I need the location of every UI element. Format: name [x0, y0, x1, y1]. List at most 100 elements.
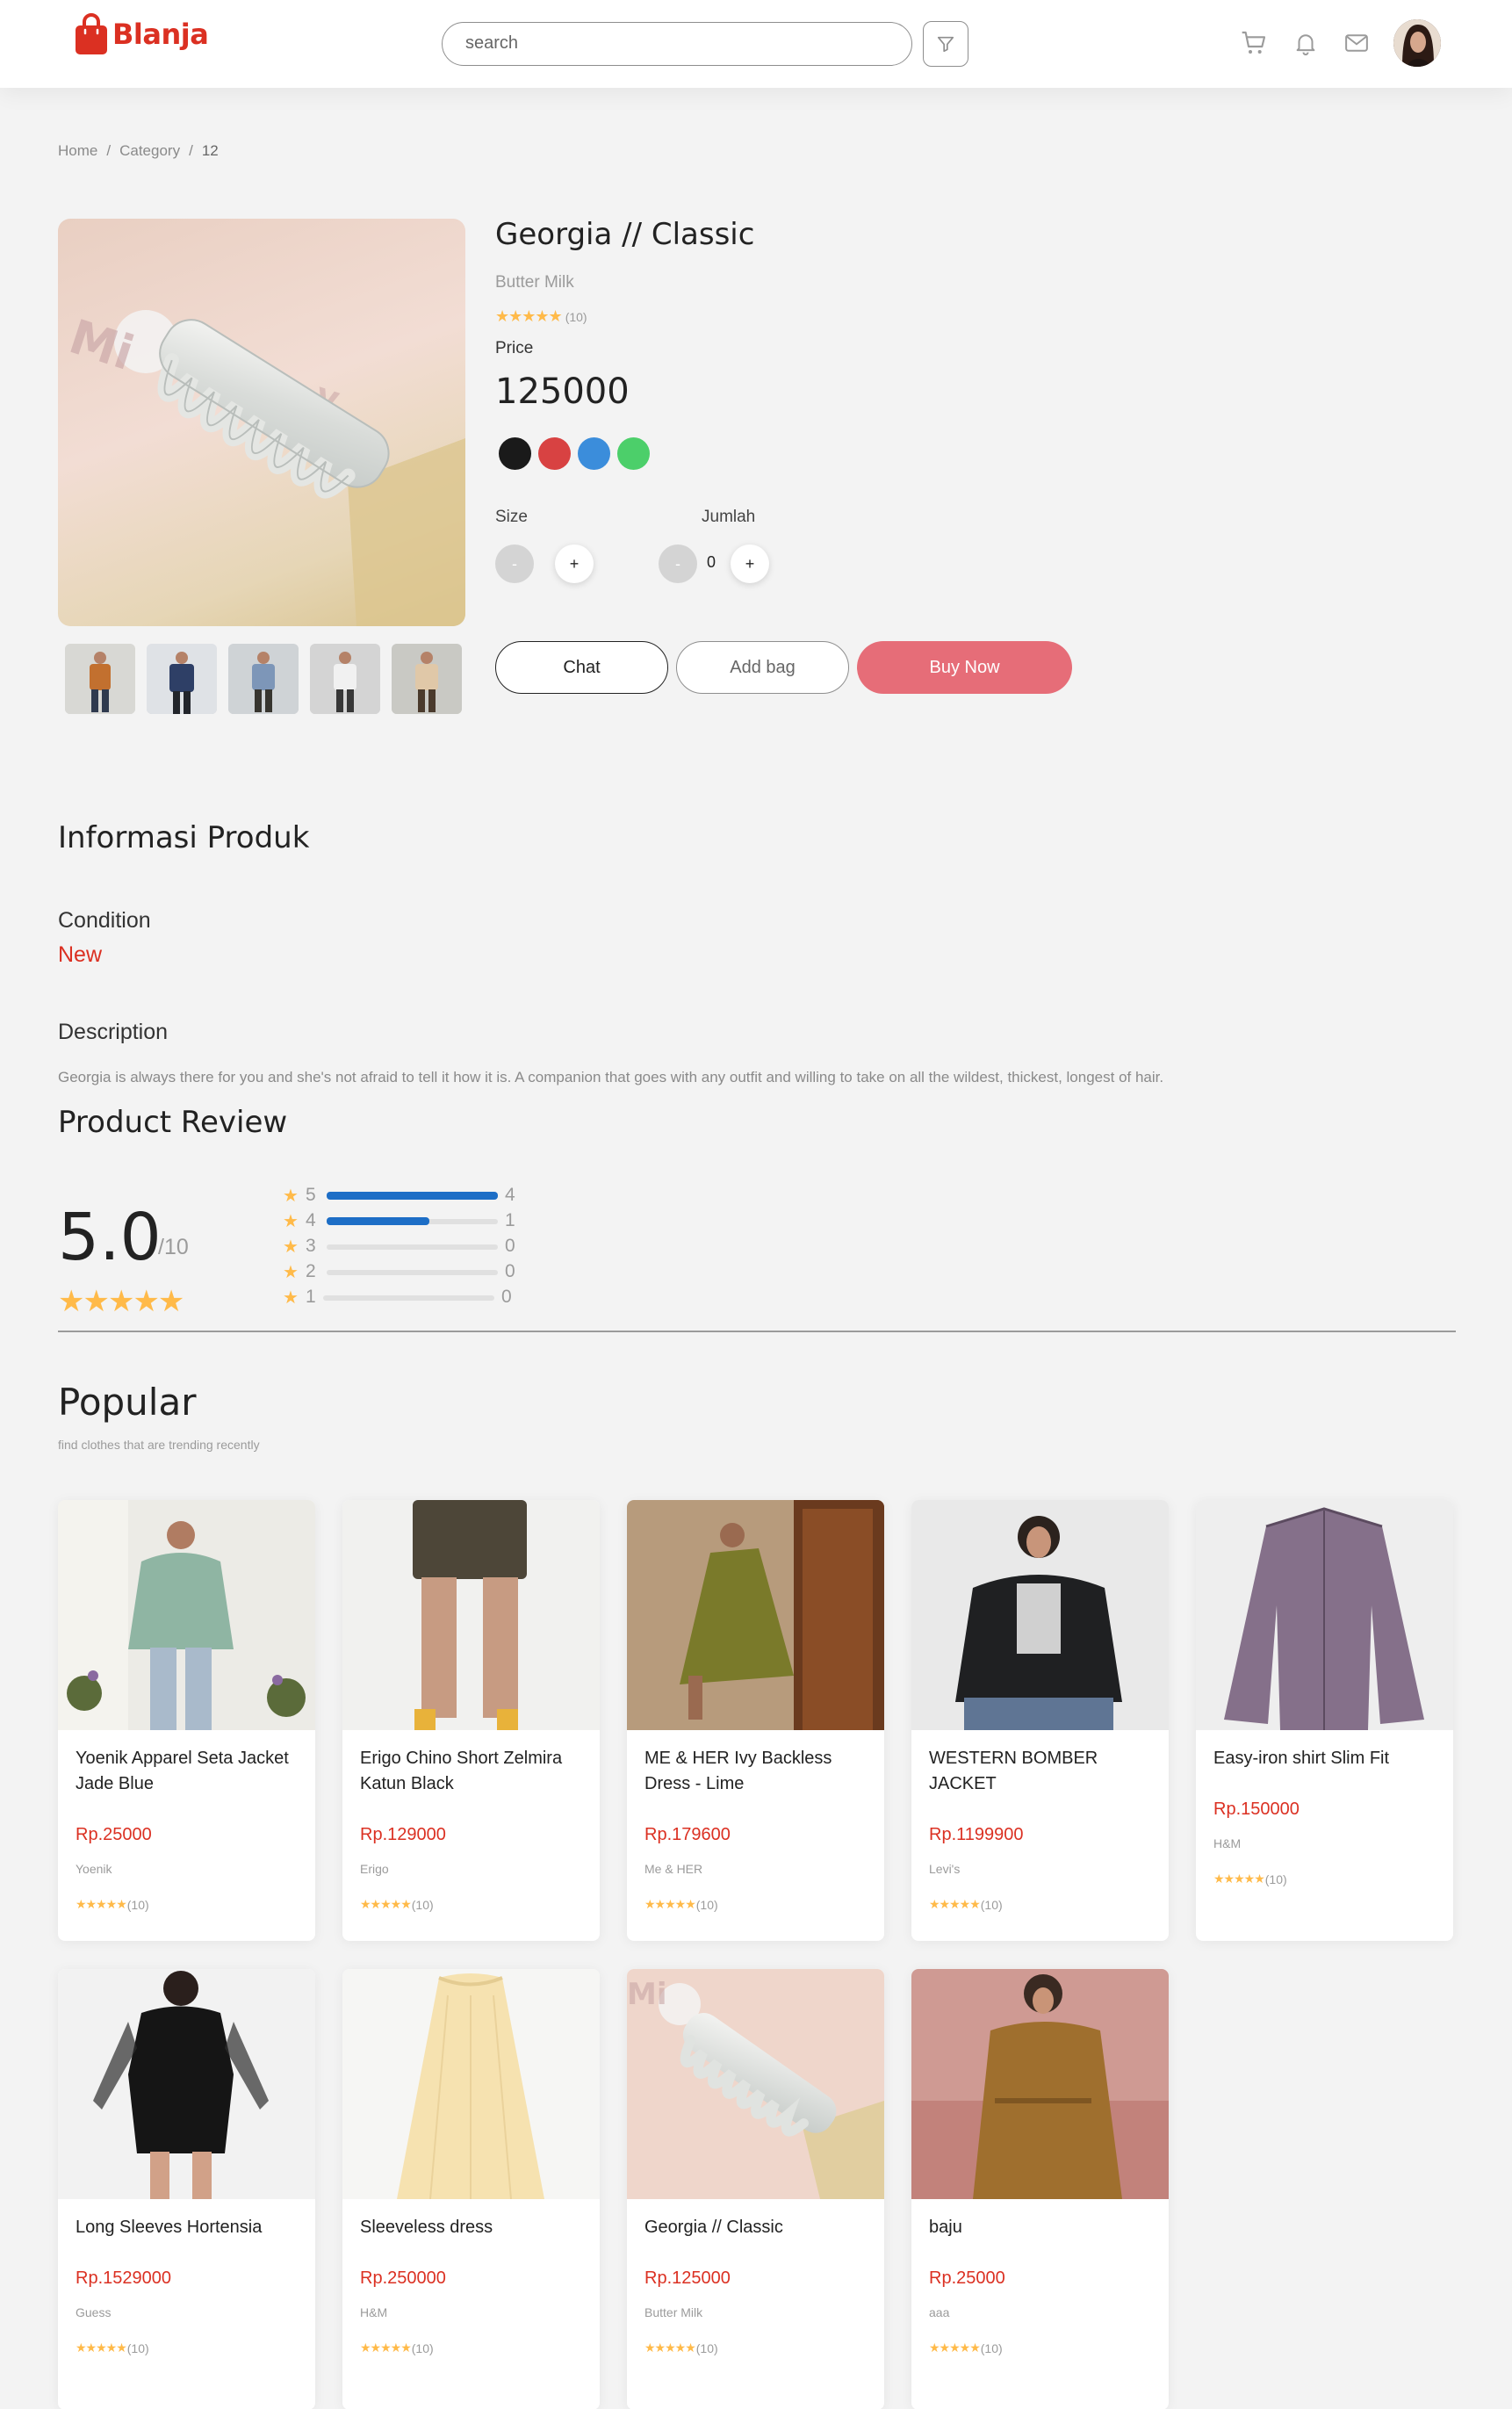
product-name: ME & HER Ivy Backless Dress - Lime [644, 1749, 832, 1793]
product-name: Sleeveless dress [360, 2218, 493, 2237]
thumbnail[interactable] [228, 644, 299, 714]
thumbnail[interactable] [392, 644, 462, 714]
rating-bar-fill [327, 1217, 429, 1225]
product-rating: ★★★★★ (10) [929, 1897, 1003, 1912]
description-label: Description [58, 1020, 169, 1044]
product-image [911, 1500, 1169, 1730]
add-bag-button[interactable]: Add bag [676, 641, 849, 694]
popular-title: Popular [58, 1381, 197, 1424]
product-name: Easy-iron shirt Slim Fit [1213, 1749, 1390, 1768]
product-rating: ★★★★★ (10) [495, 307, 587, 326]
product-brand: aaa [929, 2305, 950, 2319]
quantity-value: 0 [707, 553, 716, 571]
description-text: Georgia is always there for you and she'… [58, 1069, 1164, 1085]
product-image [58, 1500, 315, 1730]
product-card[interactable]: Yoenik Apparel Seta Jacket Jade Blue Rp.… [58, 1500, 315, 1941]
size-decrease-button[interactable]: - [495, 545, 534, 583]
mail-icon [1345, 34, 1368, 52]
notification-button[interactable] [1291, 28, 1321, 58]
product-rating: ★★★★★ (10) [644, 1897, 718, 1912]
color-swatch[interactable] [578, 437, 610, 470]
star-icon: ★ [283, 1186, 299, 1206]
search-input[interactable] [465, 33, 887, 54]
product-card[interactable]: baju Rp.25000 aaa ★★★★★ (10) [911, 1969, 1169, 2409]
thumbnail[interactable] [310, 644, 380, 714]
review-stars: ★★★★★ [58, 1285, 184, 1318]
product-brand: Butter Milk [495, 273, 574, 292]
info-title: Informasi Produk [58, 820, 310, 855]
svg-text:Mi: Mi [627, 1977, 667, 2012]
product-image [627, 1500, 884, 1730]
navbar: Blanja [0, 0, 1512, 88]
product-card[interactable]: Sleeveless dress Rp.250000 H&M ★★★★★ (10) [342, 1969, 600, 2409]
color-swatch[interactable] [538, 437, 571, 470]
price-label: Price [495, 339, 534, 357]
product-price: Rp.25000 [76, 1825, 152, 1844]
star-icon: ★★★★★ [76, 1897, 127, 1911]
breadcrumb-category[interactable]: Category [119, 142, 180, 160]
product-main-image: Mi y [58, 219, 465, 626]
buy-now-button[interactable]: Buy Now [857, 641, 1072, 694]
review-score: 5.0 [58, 1200, 162, 1275]
thumbnail[interactable] [65, 644, 135, 714]
thumbnail[interactable] [147, 644, 217, 714]
product-price: Rp.129000 [360, 1825, 446, 1844]
star-icon: ★★★★★ [1213, 1872, 1265, 1886]
product-rating: ★★★★★ (10) [360, 1897, 434, 1912]
divider [58, 1331, 1456, 1332]
breadcrumb-home[interactable]: Home [58, 142, 97, 160]
product-card[interactable]: WESTERN BOMBER JACKET Rp.1199900 Levi's … [911, 1500, 1169, 1941]
rating-bar-track [327, 1244, 498, 1250]
product-rating: ★★★★★ (10) [76, 2340, 149, 2355]
user-avatar[interactable] [1393, 19, 1441, 67]
product-price: 125000 [495, 371, 630, 412]
product-rating: ★★★★★ (10) [644, 2340, 718, 2355]
star-icon: ★★★★★ [644, 2340, 696, 2355]
filter-button[interactable] [923, 21, 968, 67]
product-rating: ★★★★★ (10) [929, 2340, 1003, 2355]
product-card[interactable]: Mi Georgia // Classic Rp.125000 Butter M… [627, 1969, 884, 2409]
color-swatch[interactable] [617, 437, 650, 470]
star-icon: ★★★★★ [360, 2340, 412, 2355]
condition-label: Condition [58, 908, 151, 933]
product-image [1196, 1500, 1453, 1730]
product-image [911, 1969, 1169, 2199]
product-card[interactable]: ME & HER Ivy Backless Dress - Lime Rp.17… [627, 1500, 884, 1941]
product-image: Mi [627, 1969, 884, 2199]
product-price: Rp.125000 [644, 2268, 731, 2288]
thumbnail-strip [65, 644, 462, 714]
product-brand: Levi's [929, 1862, 961, 1876]
product-price: Rp.1199900 [929, 1825, 1024, 1844]
quantity-increase-button[interactable]: + [731, 545, 769, 583]
product-brand: Yoenik [76, 1862, 112, 1876]
product-brand: Guess [76, 2305, 112, 2319]
rating-count: 0 [501, 1287, 512, 1307]
rating-count: 0 [505, 1261, 515, 1281]
star-icon: ★ [283, 1237, 299, 1257]
star-icon: ★ [283, 1262, 299, 1282]
product-card[interactable]: Easy-iron shirt Slim Fit Rp.150000 H&M ★… [1196, 1500, 1453, 1941]
product-name: Georgia // Classic [644, 2218, 783, 2237]
product-card[interactable]: Long Sleeves Hortensia Rp.1529000 Guess … [58, 1969, 315, 2409]
logo[interactable]: Blanja [74, 12, 209, 56]
rating-star-level: 5 [306, 1185, 316, 1205]
quantity-decrease-button[interactable]: - [659, 545, 697, 583]
mail-button[interactable] [1342, 28, 1372, 58]
breadcrumb: Home / Category / 12 [58, 142, 219, 160]
cart-button[interactable] [1239, 28, 1269, 58]
chat-button[interactable]: Chat [495, 641, 668, 694]
rating-count: (10) [565, 309, 587, 324]
size-increase-button[interactable]: + [555, 545, 594, 583]
product-name: Erigo Chino Short Zelmira Katun Black [360, 1749, 563, 1793]
product-rating: ★★★★★ (10) [360, 2340, 434, 2355]
product-rating: ★★★★★ (10) [1213, 1872, 1287, 1886]
product-card[interactable]: Erigo Chino Short Zelmira Katun Black Rp… [342, 1500, 600, 1941]
product-price: Rp.1529000 [76, 2268, 171, 2288]
breadcrumb-current: 12 [201, 142, 219, 159]
color-swatch[interactable] [499, 437, 531, 470]
product-brand: H&M [360, 2305, 388, 2319]
popular-subtitle: find clothes that are trending recently [58, 1438, 260, 1452]
product-brand: Erigo [360, 1862, 389, 1876]
rating-row: ★ 2 [283, 1260, 321, 1283]
product-name: baju [929, 2218, 962, 2237]
